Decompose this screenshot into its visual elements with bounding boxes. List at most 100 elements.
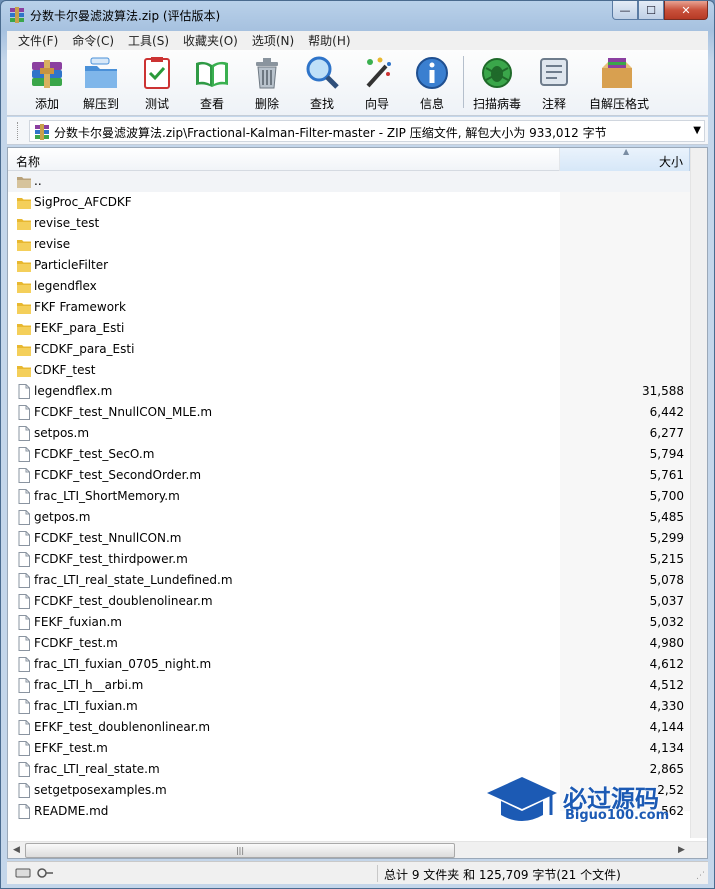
row-name: legendflex	[34, 279, 97, 293]
menu-file[interactable]: 文件(F)	[11, 32, 65, 49]
scroll-right-icon[interactable]: ▶	[673, 842, 690, 858]
status-separator	[377, 865, 378, 882]
folder-row[interactable]: FKF Framework	[8, 297, 690, 318]
file-row[interactable]: frac_LTI_fuxian.m 4,330	[8, 696, 690, 717]
address-bar: 分数卡尔曼滤波算法.zip\Fractional-Kalman-Filter-m…	[7, 117, 708, 145]
watermark-subtext: Biguo100.com	[565, 808, 670, 823]
wizard-label: 向导	[364, 97, 389, 111]
file-icon	[18, 489, 30, 504]
menu-help[interactable]: 帮助(H)	[301, 32, 357, 49]
file-row[interactable]: FCDKF_test_thirdpower.m 5,215	[8, 549, 690, 570]
address-field[interactable]: 分数卡尔曼滤波算法.zip\Fractional-Kalman-Filter-m…	[29, 120, 705, 142]
sfx-button[interactable]: 自解压格式	[589, 54, 649, 112]
file-row[interactable]: getpos.m 5,485	[8, 507, 690, 528]
menu-command[interactable]: 命令(C)	[65, 32, 121, 49]
row-size: 5,037	[649, 594, 684, 608]
close-button[interactable]: ✕	[664, 1, 708, 20]
file-row[interactable]: FCDKF_test_SecondOrder.m 5,761	[8, 465, 690, 486]
horizontal-scroll-thumb[interactable]: |||	[25, 843, 455, 858]
info-icon	[416, 57, 448, 89]
row-size: 5,485	[649, 510, 684, 524]
file-rows: .. SigProc_AFCDKF revise_testrevise Particl…	[8, 171, 690, 822]
delete-trash-icon	[256, 58, 278, 89]
resize-grip-icon[interactable]: ⋰	[696, 871, 705, 881]
row-name: SigProc_AFCDKF	[34, 195, 132, 209]
file-icon	[18, 762, 30, 777]
info-button[interactable]: 信息	[404, 54, 460, 112]
wizard-wand-icon	[366, 57, 391, 88]
row-name: FCDKF_test.m	[34, 636, 118, 650]
parent-folder-row[interactable]: ..	[8, 171, 690, 192]
row-name: FCDKF_test_doublenolinear.m	[34, 594, 213, 608]
row-size: 4,330	[649, 699, 684, 713]
file-row[interactable]: FEKF_fuxian.m 5,032	[8, 612, 690, 633]
folder-icon	[17, 240, 31, 251]
file-row[interactable]: FCDKF_test_doublenolinear.m 5,037	[8, 591, 690, 612]
folder-icon	[17, 198, 31, 209]
row-size: 4,144	[649, 720, 684, 734]
folder-icon	[17, 345, 31, 356]
maximize-button[interactable]: ☐	[638, 1, 664, 20]
folder-row[interactable]: FCDKF_para_Esti	[8, 339, 690, 360]
menu-options[interactable]: 选项(N)	[245, 32, 301, 49]
comment-button[interactable]: 注释	[526, 54, 582, 112]
file-list: 名称 大小 ▲ .. SigProc_AFCDKF revise_test revis…	[7, 147, 708, 859]
row-size: 5,700	[649, 489, 684, 503]
row-size: 4,980	[649, 636, 684, 650]
sfx-icon	[602, 58, 632, 88]
horizontal-scrollbar[interactable]: ◀ ||| ▶	[8, 841, 707, 858]
file-row[interactable]: setpos.m 6,277	[8, 423, 690, 444]
row-name: revise	[34, 237, 71, 251]
menu-favorites[interactable]: 收藏夹(O)	[176, 32, 245, 49]
file-icon	[18, 678, 30, 693]
file-row[interactable]: frac_LTI_ShortMemory.m 5,700	[8, 486, 690, 507]
window-title: 分数卡尔曼滤波算法.zip (评估版本)	[30, 9, 221, 23]
folder-row[interactable]: ParticleFilter	[8, 255, 690, 276]
folder-row[interactable]: FEKF_para_Esti	[8, 318, 690, 339]
wizard-button[interactable]: 向导	[349, 54, 405, 112]
title-bar[interactable]: 分数卡尔曼滤波算法.zip (评估版本) — ☐ ✕	[1, 1, 714, 29]
row-size: 4,512	[649, 678, 684, 692]
delete-button[interactable]: 删除	[239, 54, 295, 112]
file-row[interactable]: FCDKF_test_NnullCON.m 5,299	[8, 528, 690, 549]
folder-icon	[17, 219, 31, 230]
find-button[interactable]: 查找	[294, 54, 350, 112]
find-magnifier-icon	[306, 56, 339, 89]
folder-row[interactable]: CDKF_test	[8, 360, 690, 381]
scroll-left-icon[interactable]: ◀	[8, 842, 25, 858]
menu-tools[interactable]: 工具(S)	[121, 32, 176, 49]
column-header-name[interactable]: 名称	[8, 148, 560, 171]
file-icon	[18, 804, 30, 819]
folder-row[interactable]: SigProc_AFCDKF	[8, 192, 690, 213]
file-row[interactable]: FCDKF_test_NnullCON_MLE.m 6,442	[8, 402, 690, 423]
test-button[interactable]: 测试	[129, 54, 185, 112]
folder-row[interactable]: revise	[8, 234, 690, 255]
toolbar: 添加 解压到 测试 查看 删除 查找 向导 信息 扫描病毒 注释 自解压格式	[7, 50, 708, 116]
row-size: 6,277	[649, 426, 684, 440]
row-size: 31,588	[642, 384, 684, 398]
minimize-button[interactable]: —	[612, 1, 638, 20]
file-row[interactable]: EFKF_test.m 4,134	[8, 738, 690, 759]
row-name: FCDKF_test_NnullCON_MLE.m	[34, 405, 213, 419]
file-row[interactable]: frac_LTI_h__arbi.m 4,512	[8, 675, 690, 696]
folder-row[interactable]: legendflex	[8, 276, 690, 297]
row-name: revise_test	[34, 216, 100, 230]
virus-scan-button[interactable]: 扫描病毒	[469, 54, 525, 112]
view-button[interactable]: 查看	[184, 54, 240, 112]
file-row[interactable]: frac_LTI_real_state_Lundefined.m 5,078	[8, 570, 690, 591]
file-row[interactable]: EFKF_test_doublenonlinear.m 4,144	[8, 717, 690, 738]
dropdown-arrow-icon[interactable]: ▼	[693, 125, 701, 136]
file-row[interactable]: FCDKF_test.m 4,980	[8, 633, 690, 654]
status-summary: 总计 9 文件夹 和 125,709 字节(21 个文件)	[384, 868, 621, 882]
file-row[interactable]: FCDKF_test_SecO.m 5,794	[8, 444, 690, 465]
row-size: 5,215	[649, 552, 684, 566]
extract-to-button[interactable]: 解压到	[73, 54, 129, 112]
add-button[interactable]: 添加	[19, 54, 75, 112]
vertical-scrollbar[interactable]	[690, 148, 707, 838]
folder-row[interactable]: revise_test	[8, 213, 690, 234]
add-archive-icon	[32, 60, 62, 88]
file-row[interactable]: legendflex.m 31,588	[8, 381, 690, 402]
view-book-icon	[196, 61, 228, 87]
file-row[interactable]: frac_LTI_fuxian_0705_night.m 4,612	[8, 654, 690, 675]
row-size: 5,761	[649, 468, 684, 482]
